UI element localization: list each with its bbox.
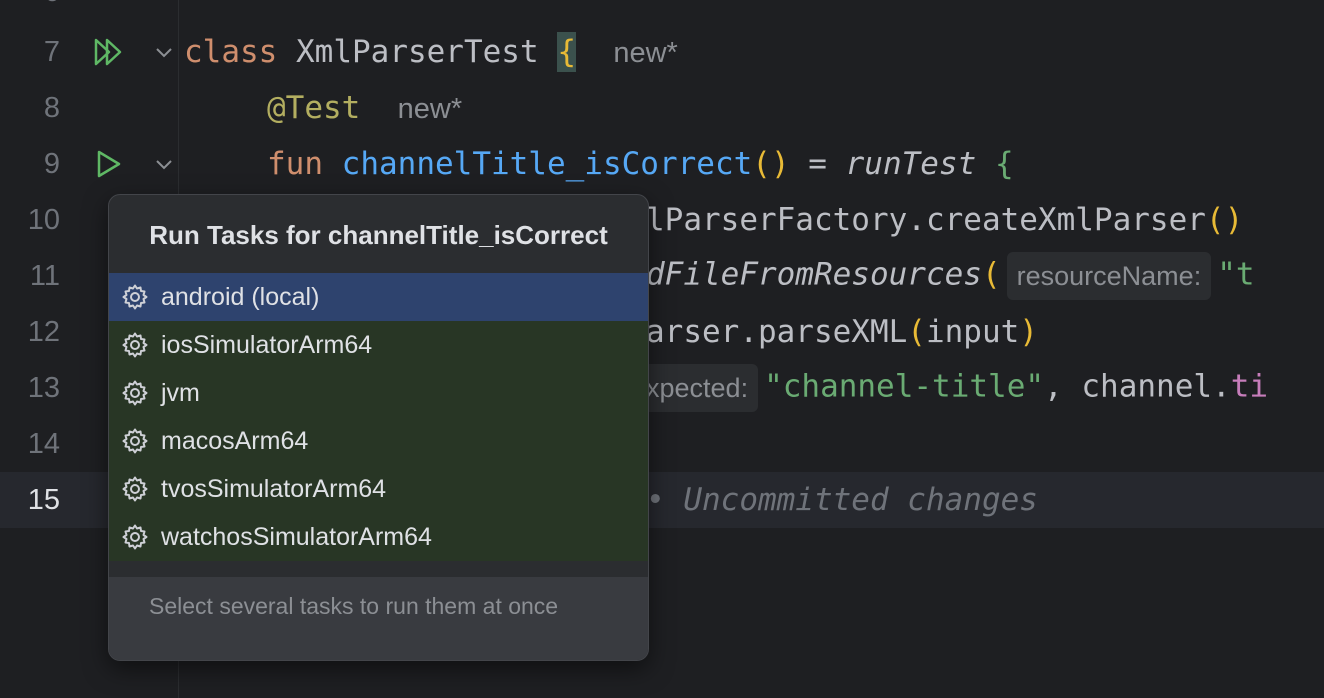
code-line-7: class XmlParserTest { new* (184, 32, 678, 73)
parameter-hint: xpected: (636, 364, 759, 412)
new-star: * (666, 37, 678, 69)
code-text: arser.parseXML (646, 314, 908, 350)
new-hint: new (397, 93, 451, 125)
editor-line: 7 class XmlParserTest { new* (0, 24, 1324, 80)
argument: input (925, 314, 1020, 350)
line-number: 13 (27, 372, 60, 404)
parens: () (1205, 202, 1244, 238)
task-item-jvm[interactable]: jvm (109, 369, 648, 417)
code-line-10: lParserFactory.createXmlParser() (646, 200, 1243, 240)
line-number: 15 (27, 484, 60, 516)
new-hint: new (613, 37, 667, 69)
parameter-hint: resourceName: (1006, 252, 1212, 300)
paren-close: ) (1019, 314, 1038, 350)
task-label: jvm (161, 379, 200, 407)
line-number: 11 (29, 260, 60, 292)
brace: { (557, 32, 576, 72)
keyword: class (184, 34, 278, 70)
popup-title: Run Tasks for channelTitle_isCorrect (149, 220, 608, 250)
function-name: channelTitle_isCorrect (341, 146, 753, 182)
gear-icon (122, 476, 148, 502)
gear-icon (122, 332, 148, 358)
inline-blame: • Uncommitted changes (646, 482, 1038, 518)
task-label: iosSimulatorArm64 (161, 331, 373, 359)
popup-footer: Select several tasks to run them at once (109, 577, 648, 660)
code-text: dFileFromResources (646, 256, 982, 293)
gear-icon (122, 284, 148, 310)
string-literal: "channel-title" (764, 368, 1045, 405)
gear-icon (122, 428, 148, 454)
brace: { (994, 146, 1014, 182)
task-item-tvossimulatorarm64[interactable]: tvosSimulatorArm64 (109, 465, 648, 513)
code-text: , channel. (1044, 368, 1231, 405)
task-label: tvosSimulatorArm64 (161, 475, 387, 503)
line-number: 8 (43, 92, 60, 124)
gear-icon (122, 380, 148, 406)
line-number: 12 (27, 316, 60, 348)
code-text: lParserFactory.createXmlParser (646, 202, 1206, 238)
task-item-watchossimulatorarm64[interactable]: watchosSimulatorArm64 (109, 513, 648, 561)
line-number: 7 (43, 36, 60, 68)
code-line-13: xpected: "channel-title", channel.ti (636, 364, 1268, 412)
task-item-android-local[interactable]: android (local) (109, 273, 648, 321)
code-line-12: arser.parseXML(input) (646, 312, 1038, 352)
annotation: @Test (267, 90, 361, 126)
code-line-9: fun channelTitle_isCorrect() = runTest { (267, 144, 1014, 184)
task-label: android (local) (161, 283, 320, 311)
run-tasks-popup: Run Tasks for channelTitle_isCorrect and… (108, 194, 649, 661)
line-number: 14 (27, 428, 60, 460)
task-label: macosArm64 (161, 427, 309, 455)
parens: () (752, 146, 790, 182)
run-test-icon[interactable] (92, 148, 126, 180)
fold-chevron-icon[interactable] (154, 154, 174, 174)
task-label: watchosSimulatorArm64 (161, 523, 432, 551)
property: ti (1230, 368, 1269, 405)
new-star: * (450, 93, 463, 125)
run-test-call: runTest (845, 146, 977, 182)
line-number: 10 (27, 204, 60, 236)
line-number: 9 (43, 148, 60, 180)
class-name: XmlParserTest (296, 34, 539, 70)
editor-line: 8 @Test new* (0, 80, 1324, 136)
task-item-macosarm64[interactable]: macosArm64 (109, 417, 648, 465)
string-literal: "t (1217, 256, 1255, 293)
fold-chevron-icon[interactable] (154, 42, 174, 62)
paren-open: ( (981, 256, 1001, 293)
code-line-8: @Test new* (267, 88, 462, 129)
task-list: android (local) iosSimulatorArm64 jvm ma… (109, 273, 648, 561)
gear-icon (122, 524, 148, 550)
task-item-iossimulatorarm64[interactable]: iosSimulatorArm64 (109, 321, 648, 369)
multi-select-hint: Select several tasks to run them at once (149, 593, 559, 619)
paren-open: ( (907, 314, 926, 350)
run-all-tests-icon[interactable] (92, 36, 126, 68)
editor-line: 9 fun channelTitle_isCorrect() = runTest… (0, 136, 1324, 192)
code-line-11: dFileFromResources(resourceName: "t (646, 252, 1255, 300)
equals: = (808, 146, 827, 182)
line-number: 6 (0, 0, 60, 12)
keyword: fun (267, 146, 323, 182)
editor-line: 6 (0, 0, 1324, 20)
